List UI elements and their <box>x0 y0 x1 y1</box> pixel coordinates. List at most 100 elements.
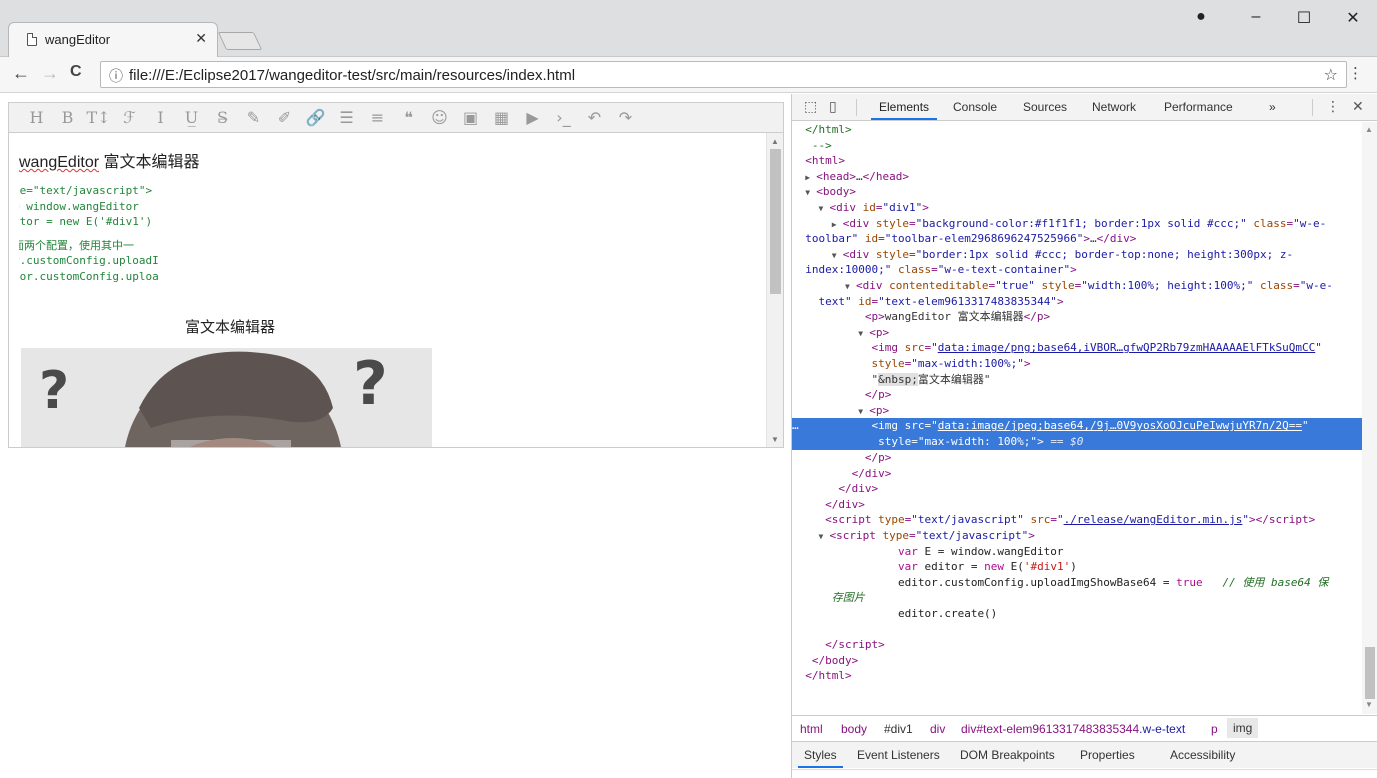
subtab-event-listeners[interactable]: Event Listeners <box>857 748 940 762</box>
subtab-styles[interactable]: Styles <box>798 748 843 768</box>
quote-icon[interactable]: ❝ <box>393 108 424 127</box>
font-name-icon[interactable]: ℱ <box>114 108 145 127</box>
crumb-div[interactable]: div <box>930 722 945 736</box>
scroll-up-arrow-icon[interactable]: ▲ <box>771 137 779 146</box>
dom-line[interactable]: </div> <box>792 497 1363 513</box>
redo-icon[interactable]: ↷ <box>610 108 641 127</box>
devtools-menu-icon[interactable]: ⋮ <box>1326 98 1340 115</box>
crumb-text-div[interactable]: div#text-elem9613317483835344.w-e-text <box>961 722 1185 736</box>
link-icon[interactable]: 🔗 <box>300 108 331 127</box>
dom-line[interactable]: editor.create() <box>792 606 1363 622</box>
dom-line[interactable]: </html> <box>792 668 1363 684</box>
tab-performance[interactable]: Performance <box>1164 100 1233 114</box>
new-tab-button[interactable] <box>217 32 263 50</box>
code-icon[interactable]: ›_ <box>548 108 579 127</box>
tab-close-icon[interactable]: ✕ <box>195 30 207 47</box>
scroll-down-arrow-icon[interactable]: ▼ <box>1365 700 1373 709</box>
crumb-img[interactable]: img <box>1227 718 1259 738</box>
maximize-button[interactable]: ☐ <box>1289 8 1319 28</box>
dom-tree-scroll-thumb[interactable] <box>1365 647 1375 699</box>
subtab-accessibility[interactable]: Accessibility <box>1170 748 1235 762</box>
close-window-button[interactable]: ✕ <box>1338 8 1368 28</box>
tab-network[interactable]: Network <box>1092 100 1136 114</box>
scroll-up-arrow-icon[interactable]: ▲ <box>1365 125 1373 134</box>
devtools-close-icon[interactable]: ✕ <box>1352 98 1364 115</box>
dom-line[interactable]: ▼ <script type="text/javascript"> <box>792 528 1363 544</box>
reload-button[interactable]: C <box>70 63 82 81</box>
dom-line[interactable]: ▼ <body> <box>792 184 1363 200</box>
italic-icon[interactable]: I <box>145 108 176 127</box>
dom-line[interactable] <box>792 622 1363 638</box>
back-color-icon[interactable]: ✐ <box>269 108 300 127</box>
dom-line[interactable]: ▼ <p> <box>792 403 1363 419</box>
dom-line[interactable]: </body> <box>792 653 1363 669</box>
tab-console[interactable]: Console <box>953 100 997 114</box>
dom-line[interactable]: <p>wangEditor 富文本编辑器</p> <box>792 309 1363 325</box>
underline-icon[interactable]: U̲ <box>176 108 207 127</box>
dom-line[interactable]: </script> <box>792 637 1363 653</box>
subtab-properties[interactable]: Properties <box>1080 748 1135 762</box>
dom-line[interactable]: ▼ <div style="border:1px solid #ccc; bord… <box>792 247 1363 263</box>
dom-line[interactable]: "&nbsp;富文本编辑器" <box>792 372 1363 388</box>
browser-menu-icon[interactable]: ⋮ <box>1348 64 1363 82</box>
dom-line[interactable]: ▼ <p> <box>792 325 1363 341</box>
dom-line[interactable]: var editor = new E('#div1') <box>792 559 1363 575</box>
table-icon[interactable]: ▦ <box>486 108 517 127</box>
editor-scrollbar[interactable]: ▲ ▼ <box>766 133 783 447</box>
dom-line[interactable]: var E = window.wangEditor <box>792 544 1363 560</box>
tab-sources[interactable]: Sources <box>1023 100 1067 114</box>
dom-line[interactable]: <script type="text/javascript" src="./re… <box>792 512 1363 528</box>
image-icon[interactable]: ▣ <box>455 108 486 127</box>
device-toolbar-icon[interactable]: ▯ <box>829 98 837 115</box>
dom-line[interactable]: style="max-width:100%;"> <box>792 356 1363 372</box>
fore-color-icon[interactable]: ✎ <box>238 108 269 127</box>
dom-line[interactable]: editor.customConfig.uploadImgShowBase64 … <box>792 575 1363 591</box>
list-icon[interactable]: ☰ <box>331 108 362 127</box>
video-icon[interactable]: ▶ <box>517 108 548 127</box>
dom-line[interactable]: <img src="data:image/png;base64,iVBOR…gf… <box>792 340 1363 356</box>
forward-button[interactable]: → <box>41 63 59 84</box>
inspect-element-icon[interactable]: ⬚ <box>804 98 817 115</box>
dom-line[interactable]: --> <box>792 138 1363 154</box>
account-icon[interactable]: ● <box>1186 8 1216 26</box>
tab-elements[interactable]: Elements <box>870 100 938 120</box>
dom-line[interactable]: </div> <box>792 481 1363 497</box>
emoticon-icon[interactable]: ☺ <box>424 108 455 127</box>
dom-line[interactable]: toolbar" id="toolbar-elem296869624752596… <box>792 231 1363 247</box>
address-bar[interactable]: ⓘ file:///E:/Eclipse2017/wangeditor-test… <box>100 61 1347 88</box>
back-button[interactable]: ← <box>12 63 30 84</box>
editor-text-area[interactable]: wangEditor 富文本编辑器 pe="text/javascript"> =… <box>19 133 759 447</box>
crumb-p[interactable]: p <box>1211 722 1218 736</box>
elements-dom-tree[interactable]: </html> --> <html> ▶ <head>…</head> ▼ <bod… <box>792 122 1363 714</box>
justify-icon[interactable]: ≡ <box>362 108 393 127</box>
dom-line[interactable]: ▼ <div contenteditable="true" style="widt… <box>792 278 1363 294</box>
dom-line[interactable]: </p> <box>792 450 1363 466</box>
tab-wangeditor[interactable]: wangEditor ✕ <box>8 22 218 57</box>
more-tabs-button[interactable]: » <box>1269 100 1276 114</box>
minimize-button[interactable]: – <box>1241 8 1271 26</box>
dom-line[interactable]: 存图片 <box>792 590 1363 606</box>
font-size-icon[interactable]: T↕ <box>83 108 114 127</box>
dom-line[interactable]: text" id="text-elem9613317483835344"> <box>792 294 1363 310</box>
heading-icon[interactable]: H <box>21 108 52 127</box>
bookmark-star-icon[interactable]: ☆ <box>1324 65 1338 85</box>
editor-scroll-thumb[interactable] <box>770 149 781 294</box>
strikethrough-icon[interactable]: S̶ <box>207 108 238 127</box>
dom-line[interactable]: ▶ <head>…</head> <box>792 169 1363 185</box>
dom-line[interactable]: ▼ <div id="div1"> <box>792 200 1363 216</box>
dom-line[interactable]: </p> <box>792 387 1363 403</box>
dom-line[interactable]: </div> <box>792 466 1363 482</box>
dom-line[interactable]: index:10000;" class="w-e-text-container"… <box>792 262 1363 278</box>
dom-tree-scrollbar[interactable]: ▲ ▼ <box>1362 122 1377 714</box>
dom-line[interactable]: <html> <box>792 153 1363 169</box>
selected-dom-line[interactable]: … <img src="data:image/jpeg;base64,/9j…0… <box>792 418 1363 451</box>
url-text[interactable]: file:///E:/Eclipse2017/wangeditor-test/s… <box>129 67 575 84</box>
subtab-dom-breakpoints[interactable]: DOM Breakpoints <box>960 748 1055 762</box>
undo-icon[interactable]: ↶ <box>579 108 610 127</box>
crumb-html[interactable]: html <box>800 722 823 736</box>
crumb-body[interactable]: body <box>841 722 867 736</box>
bold-icon[interactable]: B <box>52 108 83 127</box>
scroll-down-arrow-icon[interactable]: ▼ <box>771 435 779 444</box>
crumb-div1[interactable]: #div1 <box>884 722 913 736</box>
dom-line[interactable]: ▶ <div style="background-color:#f1f1f1; b… <box>792 216 1363 232</box>
